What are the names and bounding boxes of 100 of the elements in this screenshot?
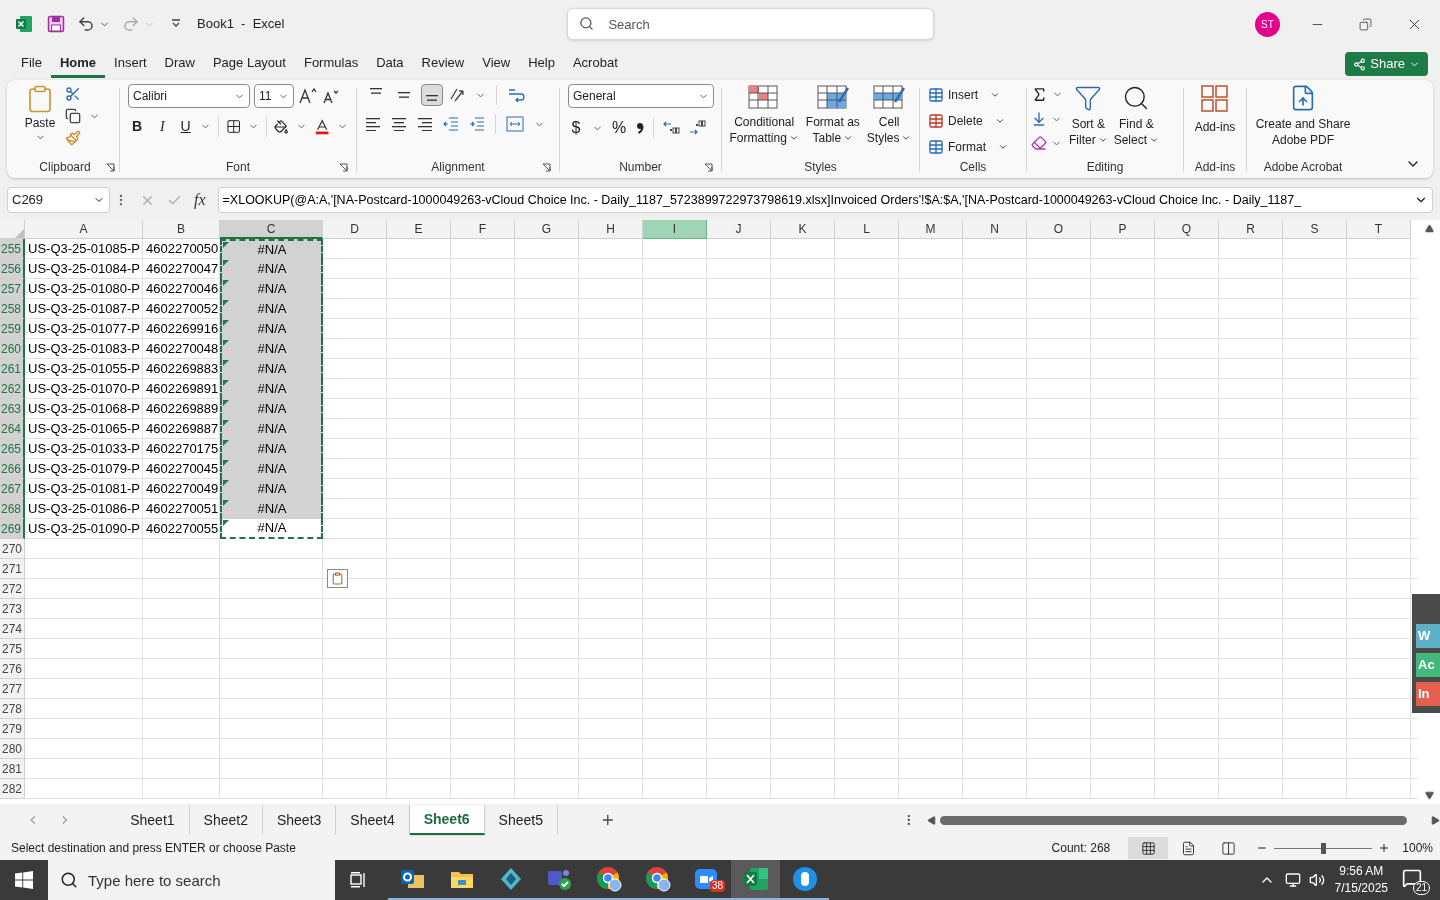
row-number[interactable]: 275 bbox=[0, 639, 25, 659]
slider-thumb[interactable] bbox=[1321, 842, 1327, 854]
cells-menu-button[interactable]: Delete bbox=[928, 110, 1018, 132]
undo-icon[interactable] bbox=[77, 15, 95, 33]
column-header[interactable]: R bbox=[1219, 220, 1283, 239]
align-left-icon[interactable] bbox=[365, 117, 381, 131]
row-number[interactable]: 259 bbox=[0, 319, 25, 339]
align-center-icon[interactable] bbox=[391, 117, 407, 131]
cells-menu-button[interactable]: Format bbox=[928, 136, 1018, 158]
column-header[interactable]: Q bbox=[1155, 220, 1219, 239]
cut-icon[interactable] bbox=[65, 86, 81, 102]
menu-tab[interactable]: Acrobat bbox=[563, 50, 627, 78]
selected-cell[interactable]: #N/A bbox=[220, 359, 323, 379]
menu-tab[interactable]: Insert bbox=[105, 50, 156, 78]
paste-options-button[interactable] bbox=[327, 569, 348, 588]
column-header[interactable]: E bbox=[387, 220, 451, 239]
row-number[interactable]: 267 bbox=[0, 479, 25, 499]
row-number[interactable]: 282 bbox=[0, 779, 25, 799]
vertical-align-button[interactable] bbox=[421, 84, 443, 106]
customize-toolbar-icon[interactable] bbox=[171, 19, 181, 29]
number-format-dropdown[interactable]: General bbox=[568, 84, 714, 108]
column-header[interactable]: N bbox=[963, 220, 1027, 239]
row-number[interactable]: 280 bbox=[0, 739, 25, 759]
dialog-launcher-icon[interactable] bbox=[339, 162, 348, 172]
dialog-launcher-icon[interactable] bbox=[106, 162, 115, 172]
find-select-button[interactable]: Find & Select bbox=[1113, 84, 1160, 151]
row-number[interactable]: 281 bbox=[0, 759, 25, 779]
row-number[interactable]: 266 bbox=[0, 459, 25, 479]
zoom-in-icon[interactable] bbox=[1378, 842, 1391, 854]
format-painter-icon[interactable] bbox=[65, 130, 81, 146]
row-number[interactable]: 270 bbox=[0, 539, 25, 559]
selected-cell[interactable]: #N/A bbox=[220, 399, 323, 419]
align-right-icon[interactable] bbox=[417, 117, 433, 131]
row-number[interactable]: 271 bbox=[0, 559, 25, 579]
increase-decimal-icon[interactable] bbox=[662, 120, 680, 136]
underline-button[interactable]: U bbox=[178, 116, 193, 137]
insert-function-button[interactable]: fx bbox=[194, 188, 206, 212]
sort-filter-button[interactable]: Sort & Filter bbox=[1069, 84, 1108, 151]
row-number[interactable]: 256 bbox=[0, 259, 25, 279]
sheet-tab[interactable]: Sheet1 bbox=[116, 805, 190, 835]
row-number[interactable]: 255 bbox=[0, 239, 25, 259]
search-field[interactable]: Search bbox=[567, 8, 935, 40]
row-number[interactable]: 265 bbox=[0, 439, 25, 459]
sheet-tab[interactable]: Sheet2 bbox=[189, 805, 263, 835]
row-number[interactable]: 262 bbox=[0, 379, 25, 399]
menu-tab[interactable]: Page Layout bbox=[203, 50, 295, 78]
row-number[interactable]: 276 bbox=[0, 659, 25, 679]
selected-cell[interactable]: #N/A bbox=[220, 519, 323, 539]
zoom-slider[interactable] bbox=[1274, 842, 1373, 854]
font-name-dropdown[interactable]: Calibri bbox=[128, 84, 250, 108]
bold-button[interactable]: B bbox=[128, 116, 147, 137]
currency-button[interactable]: $ bbox=[568, 116, 584, 140]
copy-icon[interactable] bbox=[65, 108, 81, 124]
style-button[interactable]: Format as Table bbox=[805, 84, 860, 146]
menu-tab[interactable]: Help bbox=[519, 50, 564, 78]
font-size-dropdown[interactable]: 11 bbox=[254, 84, 294, 108]
row-number[interactable]: 257 bbox=[0, 279, 25, 299]
cells-menu-button[interactable]: Insert bbox=[928, 84, 1018, 106]
row-number[interactable]: 273 bbox=[0, 599, 25, 619]
row-number[interactable]: 277 bbox=[0, 679, 25, 699]
selected-cell[interactable]: #N/A bbox=[220, 259, 323, 279]
network-icon[interactable] bbox=[1284, 872, 1301, 888]
selected-cell[interactable]: #N/A bbox=[220, 299, 323, 319]
column-header[interactable]: B bbox=[143, 220, 220, 239]
row-number[interactable]: 264 bbox=[0, 419, 25, 439]
selected-cell[interactable]: #N/A bbox=[220, 439, 323, 459]
column-header[interactable]: H bbox=[579, 220, 643, 239]
view-button[interactable] bbox=[1128, 837, 1169, 859]
style-button[interactable]: Cell Styles bbox=[866, 84, 912, 146]
selected-cell[interactable]: #N/A bbox=[220, 479, 323, 499]
selected-cell[interactable]: #N/A bbox=[220, 419, 323, 439]
share-button[interactable]: Share bbox=[1345, 52, 1428, 76]
wrap-text-icon[interactable] bbox=[507, 86, 525, 104]
scroll-thumb[interactable] bbox=[940, 815, 1407, 825]
volume-icon[interactable] bbox=[1308, 872, 1325, 888]
column-header[interactable]: J bbox=[707, 220, 771, 239]
restore-icon[interactable] bbox=[1359, 17, 1372, 31]
column-header[interactable]: P bbox=[1091, 220, 1155, 239]
menu-tab[interactable]: View bbox=[473, 50, 520, 78]
app-logo-icon[interactable] bbox=[15, 15, 33, 33]
column-header[interactable]: D bbox=[323, 220, 387, 239]
add-sheet-icon[interactable] bbox=[600, 812, 616, 828]
sheet-tab[interactable]: Sheet4 bbox=[336, 805, 410, 835]
column-header[interactable]: G bbox=[515, 220, 579, 239]
column-header[interactable]: M bbox=[899, 220, 963, 239]
fill-icon[interactable] bbox=[1031, 111, 1047, 127]
column-header[interactable]: C bbox=[220, 220, 323, 239]
row-number[interactable]: 260 bbox=[0, 339, 25, 359]
row-number[interactable]: 269 bbox=[0, 519, 25, 539]
menu-tab[interactable]: File bbox=[12, 50, 51, 78]
column-header[interactable]: F bbox=[451, 220, 515, 239]
borders-icon[interactable] bbox=[225, 118, 242, 135]
row-number[interactable]: 268 bbox=[0, 499, 25, 519]
fill-color-icon[interactable] bbox=[274, 118, 289, 135]
selected-cell[interactable]: #N/A bbox=[220, 379, 323, 399]
row-number[interactable]: 278 bbox=[0, 699, 25, 719]
row-number[interactable]: 272 bbox=[0, 579, 25, 599]
column-header[interactable]: O bbox=[1027, 220, 1091, 239]
formula-bar[interactable]: =XLOOKUP(@A:A,'[NA-Postcard-1000049263-vCloud Choice Inc. - Daily_1187_5723899722973798619.xlsx]Invoiced Orders'!$A:$A,'[NA-Postcard-1000049263-vCloud Choice Inc. - Daily_1187_ bbox=[217, 187, 1433, 213]
scroll-up-icon[interactable] bbox=[1424, 224, 1434, 233]
